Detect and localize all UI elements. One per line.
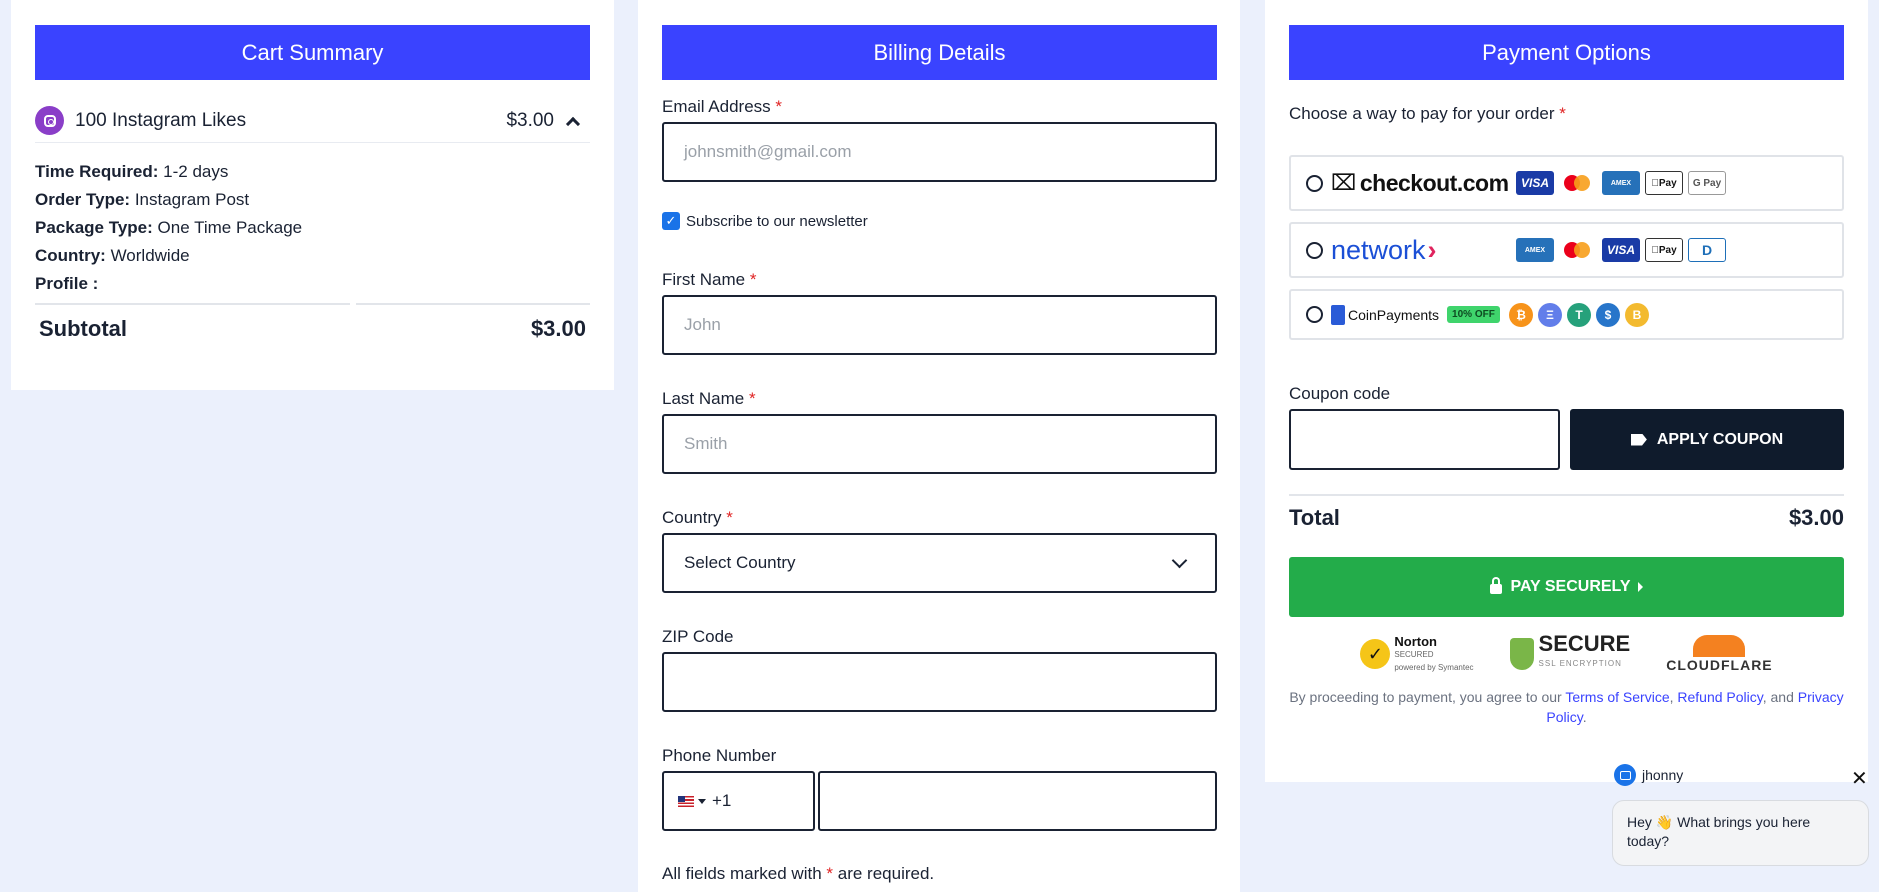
coinpayments-logo: CoinPayments 10% OFF <box>1331 304 1509 325</box>
amex-icon: AMEX <box>1516 238 1554 262</box>
zip-label: ZIP Code <box>662 627 734 646</box>
detail-profile: Profile : <box>35 274 99 293</box>
pay-securely-button[interactable]: PAY SECURELY <box>1289 557 1844 617</box>
order-details: Time Required: 1-2 days Order Type: Inst… <box>35 158 302 298</box>
phone-label: Phone Number <box>662 746 777 765</box>
email-label: Email Address * <box>662 97 783 116</box>
last-name-field[interactable]: Smith <box>662 414 1217 474</box>
detail-order-type: Order Type: Instagram Post <box>35 190 250 209</box>
card-logos: VISA AMEX Pay G Pay <box>1516 171 1726 195</box>
google-pay-icon: G Pay <box>1688 171 1726 195</box>
country-label: Country * <box>662 508 733 527</box>
amex-icon: AMEX <box>1602 171 1640 195</box>
payment-options-header: Payment Options <box>1289 25 1844 80</box>
zip-field[interactable] <box>662 652 1217 712</box>
divider <box>1289 494 1844 496</box>
bitcoin-icon: ₿ <box>1509 302 1533 327</box>
newsletter-label: Subscribe to our newsletter <box>686 212 868 230</box>
coupon-field[interactable] <box>1289 409 1560 470</box>
refund-link[interactable]: Refund Policy <box>1677 689 1762 705</box>
radio-button[interactable] <box>1306 174 1323 192</box>
email-field[interactable]: johnsmith@gmail.com <box>662 122 1217 182</box>
payment-option-coinpayments[interactable]: CoinPayments 10% OFF ₿ Ξ T $ B <box>1289 289 1844 340</box>
cart-summary-panel: Cart Summary 100 Instagram Likes $3.00 T… <box>11 0 614 390</box>
lock-icon <box>1490 577 1503 594</box>
apple-pay-icon: Pay <box>1645 238 1683 262</box>
subtotal-value: $3.00 <box>530 316 586 341</box>
caret-down-icon <box>698 798 706 804</box>
network-logo: network › <box>1331 234 1437 265</box>
cloudflare-badge: CLOUDFLARE <box>1666 635 1772 673</box>
checkmark-icon: ✓ <box>1360 639 1391 669</box>
billing-details-header: Billing Details <box>662 25 1217 80</box>
payment-lead: Choose a way to pay for your order * <box>1289 104 1566 123</box>
norton-badge: ✓ Norton SECURED powered by Symantec <box>1360 635 1474 674</box>
caret-right-icon <box>1637 582 1643 592</box>
ethereum-icon: Ξ <box>1538 302 1562 327</box>
apply-coupon-button[interactable]: APPLY COUPON <box>1570 409 1844 470</box>
cart-item-name: 100 Instagram Likes <box>75 109 247 131</box>
chat-agent[interactable]: jhonny <box>1614 764 1683 786</box>
cloud-icon <box>1693 635 1746 657</box>
detail-package-type: Package Type: One Time Package <box>35 218 303 237</box>
chevron-up-icon[interactable] <box>565 116 581 131</box>
radio-button[interactable] <box>1306 241 1323 259</box>
first-name-field[interactable]: John <box>662 295 1217 355</box>
detail-country: Country: Worldwide <box>35 246 190 265</box>
terms-link[interactable]: Terms of Service <box>1565 689 1669 705</box>
payment-options-panel: Payment Options Choose a way to pay for … <box>1265 0 1868 782</box>
required-note: All fields marked with * are required. <box>662 864 935 883</box>
instagram-icon <box>35 106 64 135</box>
tag-icon <box>1630 433 1647 446</box>
visa-icon: VISA <box>1602 238 1640 262</box>
total-row: Total $3.00 <box>1289 505 1844 531</box>
total-label: Total <box>1289 505 1340 530</box>
shield-icon <box>1509 638 1534 670</box>
cart-summary-header: Cart Summary <box>35 25 590 80</box>
detail-time-required: Time Required: 1-2 days <box>35 162 229 181</box>
chevron-down-icon <box>1171 552 1188 569</box>
phone-number-field[interactable] <box>818 771 1217 831</box>
usdc-icon: $ <box>1596 302 1620 327</box>
last-name-label: Last Name * <box>662 389 756 408</box>
payment-option-checkout[interactable]: ⌧checkout.com VISA AMEX Pay G Pay <box>1289 155 1844 211</box>
bnb-icon: B <box>1625 302 1649 327</box>
card-logos: AMEX VISA Pay D <box>1516 238 1726 262</box>
apple-pay-icon: Pay <box>1645 171 1683 195</box>
checkout-com-logo: ⌧ checkout.com <box>1331 169 1509 196</box>
close-icon[interactable]: ✕ <box>1851 766 1868 791</box>
country-select[interactable]: Select Country <box>662 533 1217 593</box>
tether-icon: T <box>1567 302 1591 327</box>
newsletter-row[interactable]: ✓ Subscribe to our newsletter <box>662 212 868 230</box>
trust-badges: ✓ Norton SECURED powered by Symantec SECUR… <box>1265 633 1868 674</box>
divider <box>35 303 350 305</box>
coupon-label: Coupon code <box>1289 384 1391 403</box>
subtotal-label: Subtotal <box>39 316 127 341</box>
phone-country-select[interactable]: +1 <box>662 771 815 831</box>
subtotal-row: Subtotal $3.00 <box>39 316 586 342</box>
discount-badge: 10% OFF <box>1447 306 1500 323</box>
us-flag-icon <box>678 795 694 807</box>
chat-icon <box>1614 764 1636 786</box>
ssl-badge: SECURE SSL ENCRYPTION <box>1509 633 1630 674</box>
cart-item-price: $3.00 <box>506 109 554 131</box>
cart-item[interactable]: 100 Instagram Likes $3.00 <box>35 99 590 143</box>
visa-icon: VISA <box>1516 171 1554 195</box>
divider <box>356 303 590 305</box>
payment-option-network[interactable]: network› AMEX VISA Pay D <box>1289 222 1844 278</box>
billing-details-panel: Billing Details Email Address * johnsmit… <box>638 0 1240 892</box>
total-value: $3.00 <box>1788 505 1844 530</box>
coinpayments-icon <box>1331 304 1345 325</box>
mastercard-icon <box>1559 171 1597 195</box>
radio-button[interactable] <box>1306 306 1323 323</box>
first-name-label: First Name * <box>662 270 757 289</box>
chat-message[interactable]: Hey 👋 What brings you here today? <box>1612 800 1869 866</box>
crypto-logos: ₿ Ξ T $ B <box>1509 302 1649 327</box>
diners-club-icon: D <box>1688 238 1726 262</box>
newsletter-checkbox[interactable]: ✓ <box>662 212 680 230</box>
mastercard-icon <box>1559 238 1597 262</box>
legal-text: By proceeding to payment, you agree to o… <box>1289 689 1844 725</box>
